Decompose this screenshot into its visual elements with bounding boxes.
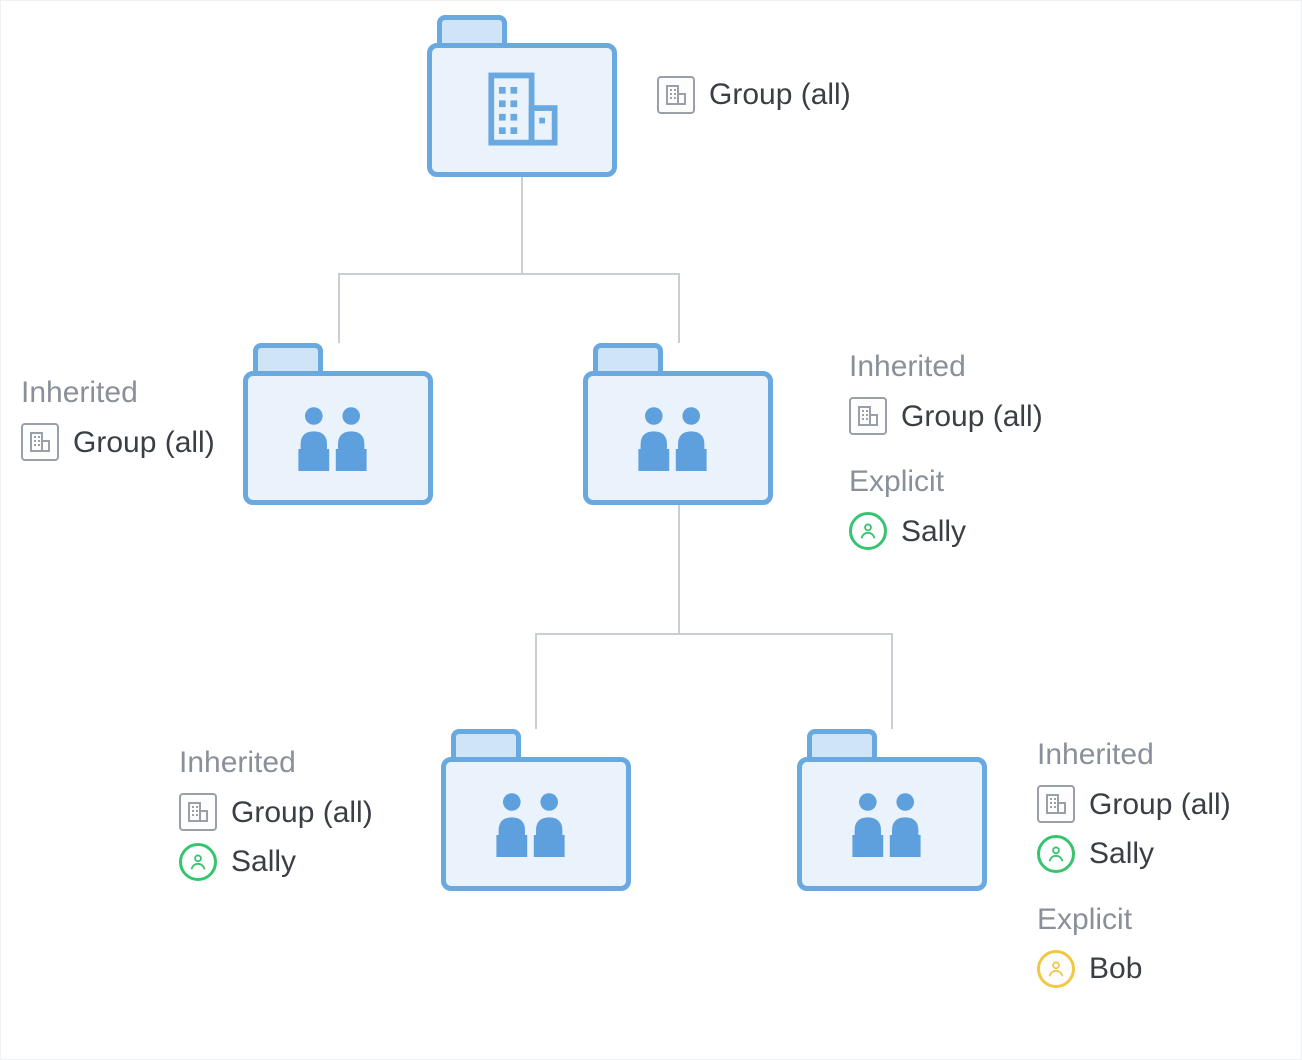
permission-row: Group (all) xyxy=(1037,783,1231,827)
connector-line xyxy=(891,633,893,729)
permission-row: Sally xyxy=(179,840,373,884)
company-folder-icon xyxy=(427,15,617,177)
team-folder-node xyxy=(797,729,987,891)
connector-line xyxy=(338,273,340,343)
people-icon xyxy=(837,786,947,862)
permissions-panel-left: Inherited Group (all) xyxy=(21,371,215,470)
root-folder-node xyxy=(427,15,617,177)
company-icon xyxy=(1037,785,1075,823)
permission-label: Group (all) xyxy=(901,395,1043,439)
permission-row: Group (all) xyxy=(179,791,373,835)
team-folder-icon xyxy=(243,343,433,505)
connector-line xyxy=(535,633,893,635)
permission-label: Group (all) xyxy=(231,791,373,835)
connector-line xyxy=(535,633,537,729)
team-folder-icon xyxy=(441,729,631,891)
permission-label: Sally xyxy=(1089,832,1154,876)
team-folder-icon xyxy=(583,343,773,505)
connector-line xyxy=(338,273,680,275)
section-heading-inherited: Inherited xyxy=(1037,733,1231,777)
permission-label: Group (all) xyxy=(73,421,215,465)
user-avatar-icon xyxy=(1037,835,1075,873)
team-folder-node xyxy=(441,729,631,891)
connector-line xyxy=(521,175,523,275)
permissions-panel-right: Inherited Group (all) Sally Explicit Bob xyxy=(1037,733,1231,997)
team-folder-icon xyxy=(797,729,987,891)
section-heading-inherited: Inherited xyxy=(179,741,373,785)
connector-line xyxy=(678,505,680,635)
section-heading-explicit: Explicit xyxy=(849,460,1043,504)
team-folder-node xyxy=(243,343,433,505)
permission-row: Sally xyxy=(849,510,1043,554)
user-avatar-icon xyxy=(849,512,887,550)
section-heading-inherited: Inherited xyxy=(849,345,1043,389)
connector-line xyxy=(678,273,680,343)
team-folder-node xyxy=(583,343,773,505)
permission-label: Bob xyxy=(1089,947,1142,991)
permission-row: Bob xyxy=(1037,947,1231,991)
people-icon xyxy=(481,786,591,862)
permission-label: Group (all) xyxy=(709,73,851,117)
company-icon xyxy=(179,793,217,831)
permission-row: Group (all) xyxy=(657,73,851,117)
user-avatar-icon xyxy=(1037,950,1075,988)
permission-label: Sally xyxy=(901,510,966,554)
permission-label: Sally xyxy=(231,840,296,884)
permission-label: Group (all) xyxy=(1089,783,1231,827)
section-heading-inherited: Inherited xyxy=(21,371,215,415)
root-permissions-panel: Group (all) xyxy=(657,67,851,123)
permissions-panel-left: Inherited Group (all) Sally xyxy=(179,741,373,890)
permissions-panel-right: Inherited Group (all) Explicit Sally xyxy=(849,345,1043,559)
people-icon xyxy=(283,400,393,476)
people-icon xyxy=(623,400,733,476)
company-icon xyxy=(849,397,887,435)
company-icon xyxy=(657,76,695,114)
user-avatar-icon xyxy=(179,843,217,881)
permission-row: Group (all) xyxy=(849,395,1043,439)
permission-row: Sally xyxy=(1037,832,1231,876)
company-icon xyxy=(21,423,59,461)
building-icon xyxy=(467,62,577,158)
section-heading-explicit: Explicit xyxy=(1037,898,1231,942)
permission-row: Group (all) xyxy=(21,421,215,465)
